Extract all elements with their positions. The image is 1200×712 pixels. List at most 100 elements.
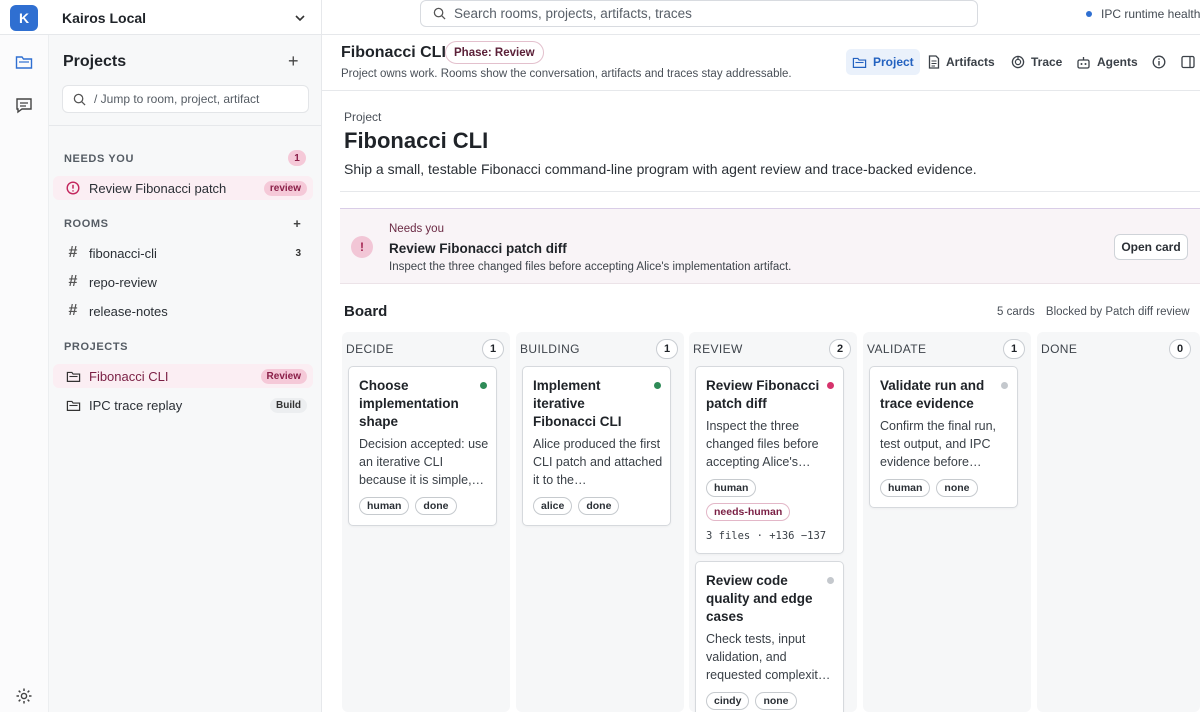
sidebar-item-ipc-trace-replay[interactable]: IPC trace replay Build (53, 393, 313, 417)
column-title: DECIDE (346, 342, 394, 356)
status-dot-icon (827, 577, 834, 584)
projects-rail-button[interactable] (14, 52, 34, 72)
column-decide: DECIDE 1 Choose implementation shape Dec… (342, 332, 510, 712)
hash-icon: # (68, 244, 78, 261)
card-title: Validate run and trace evidence (880, 378, 985, 411)
exclamation-icon: ! (351, 236, 373, 258)
chip: done (415, 497, 457, 515)
chip: human (359, 497, 410, 515)
sidebar-panel-icon (1181, 55, 1195, 69)
folder-icon (66, 400, 80, 411)
add-room-button[interactable]: + (288, 215, 306, 231)
search-icon (433, 7, 446, 20)
nav-rail (0, 35, 49, 712)
phase-tag: Build (270, 397, 307, 413)
needs-you-count-badge: 1 (288, 150, 306, 166)
sidebar-item-label: repo-review (89, 274, 157, 290)
status-dot-icon (827, 382, 834, 389)
column-title: DONE (1041, 342, 1078, 356)
sidebar-item-label: release-notes (89, 303, 168, 319)
open-card-button[interactable]: Open card (1114, 234, 1188, 260)
chip: human (706, 479, 757, 497)
chip: none (755, 692, 797, 710)
tab-agents[interactable]: Agents (1070, 49, 1144, 75)
card-title: Review Fibonacci patch diff (706, 378, 820, 411)
agents-icon (1077, 56, 1090, 69)
settings-gear-icon[interactable] (15, 687, 33, 705)
sidebar-item-release-notes[interactable]: # release-notes (53, 299, 313, 323)
column-title: BUILDING (520, 342, 580, 356)
chip: done (578, 497, 620, 515)
rooms-rail-button[interactable] (14, 95, 34, 115)
info-button[interactable] (1148, 49, 1176, 75)
column-count: 1 (656, 339, 678, 359)
hash-icon: # (68, 273, 78, 290)
tab-trace[interactable]: Trace (1005, 49, 1068, 75)
status-dot-icon (1086, 11, 1092, 17)
card-review-patch-diff[interactable]: Review Fibonacci patch diff Inspect the … (695, 366, 844, 554)
column-count: 2 (829, 339, 851, 359)
review-tag: review (263, 180, 307, 196)
chip: human (880, 479, 931, 497)
chip: none (936, 479, 978, 497)
workspace-avatar: K (10, 4, 38, 31)
card-review-code-quality[interactable]: Review code quality and edge cases Check… (695, 561, 844, 712)
folder-icon (15, 56, 33, 69)
tab-label: Trace (1031, 55, 1063, 69)
workspace-name: Kairos Local (62, 9, 147, 26)
column-validate: VALIDATE 1 Validate run and trace eviden… (863, 332, 1031, 712)
project-header: Fibonacci CLI Phase: Review Project owns… (322, 35, 1200, 91)
project-eyebrow: Project (344, 110, 382, 124)
column-review: REVIEW 2 Review Fibonacci patch diff Ins… (689, 332, 857, 712)
card-implement-cli[interactable]: Implement iterative Fibonacci CLI Alice … (522, 366, 671, 526)
card-validate-run[interactable]: Validate run and trace evidence Confirm … (869, 366, 1018, 508)
alert-circle-icon (66, 181, 80, 195)
status-dot-icon (1001, 382, 1008, 389)
global-search-input[interactable]: Search rooms, projects, artifacts, trace… (420, 0, 978, 27)
sidebar-item-label: Review Fibonacci patch (89, 180, 227, 196)
chip: needs-human (706, 503, 791, 521)
sidebar: Projects + / Jump to room, project, arti… (49, 35, 322, 712)
column-building: BUILDING 1 Implement iterative Fibonacci… (516, 332, 684, 712)
jump-input[interactable]: / Jump to room, project, artifact (62, 85, 309, 113)
needs-you-alert: ! Needs you Review Fibonacci patch diff … (340, 208, 1200, 284)
header-title: Fibonacci CLI (341, 44, 446, 61)
sidebar-item-review-patch[interactable]: Review Fibonacci patch review (53, 176, 313, 200)
cards-count: 5 cards (997, 306, 1035, 318)
sidebar-item-fibonacci-cli-project[interactable]: Fibonacci CLI Review (53, 364, 313, 388)
card-description: Inspect the three changed files before a… (706, 419, 819, 469)
diff-stats: 3 files · +136 −137 (706, 530, 827, 542)
top-bar: K Kairos Local Search rooms, projects, a… (0, 0, 1200, 35)
divider (49, 125, 321, 126)
column-count: 0 (1169, 339, 1191, 359)
tab-label: Artifacts (946, 55, 995, 69)
document-icon (928, 55, 940, 69)
tab-project[interactable]: Project (846, 49, 920, 75)
card-description: Check tests, input validation, and reque… (706, 632, 831, 682)
blocked-status: Blocked by Patch diff review (1045, 306, 1190, 318)
phase-tag: Review (260, 368, 307, 384)
info-icon (1152, 55, 1166, 69)
board-meta: 5 cards Blocked by Patch diff review (997, 306, 1198, 318)
runtime-status: IPC runtime healthy (1086, 7, 1200, 21)
board-title: Board (344, 303, 388, 320)
card-description: Decision accepted: use an iterative CLI … (359, 437, 489, 487)
tab-label: Agents (1097, 55, 1138, 69)
card-choose-implementation[interactable]: Choose implementation shape Decision acc… (348, 366, 497, 526)
sidebar-item-repo-review[interactable]: # repo-review (53, 270, 313, 294)
column-done: DONE 0 (1037, 332, 1200, 712)
add-project-button[interactable]: + (288, 52, 299, 70)
column-count: 1 (1003, 339, 1025, 359)
toggle-panel-button[interactable] (1177, 49, 1200, 75)
hash-icon: # (68, 302, 78, 319)
column-title: REVIEW (693, 342, 743, 356)
chevron-down-icon[interactable] (295, 13, 305, 23)
section-rooms: ROOMS (64, 218, 109, 230)
alert-detail: Inspect the three changed files before a… (389, 261, 792, 273)
tab-artifacts[interactable]: Artifacts (922, 49, 1001, 75)
sidebar-title: Projects (63, 53, 127, 70)
sidebar-item-fibonacci-cli[interactable]: # fibonacci-cli 3 (53, 241, 313, 265)
workspace-switcher[interactable]: K Kairos Local (0, 0, 322, 35)
jump-placeholder: / Jump to room, project, artifact (94, 92, 260, 106)
card-description: Confirm the final run, test output, and … (880, 419, 997, 469)
